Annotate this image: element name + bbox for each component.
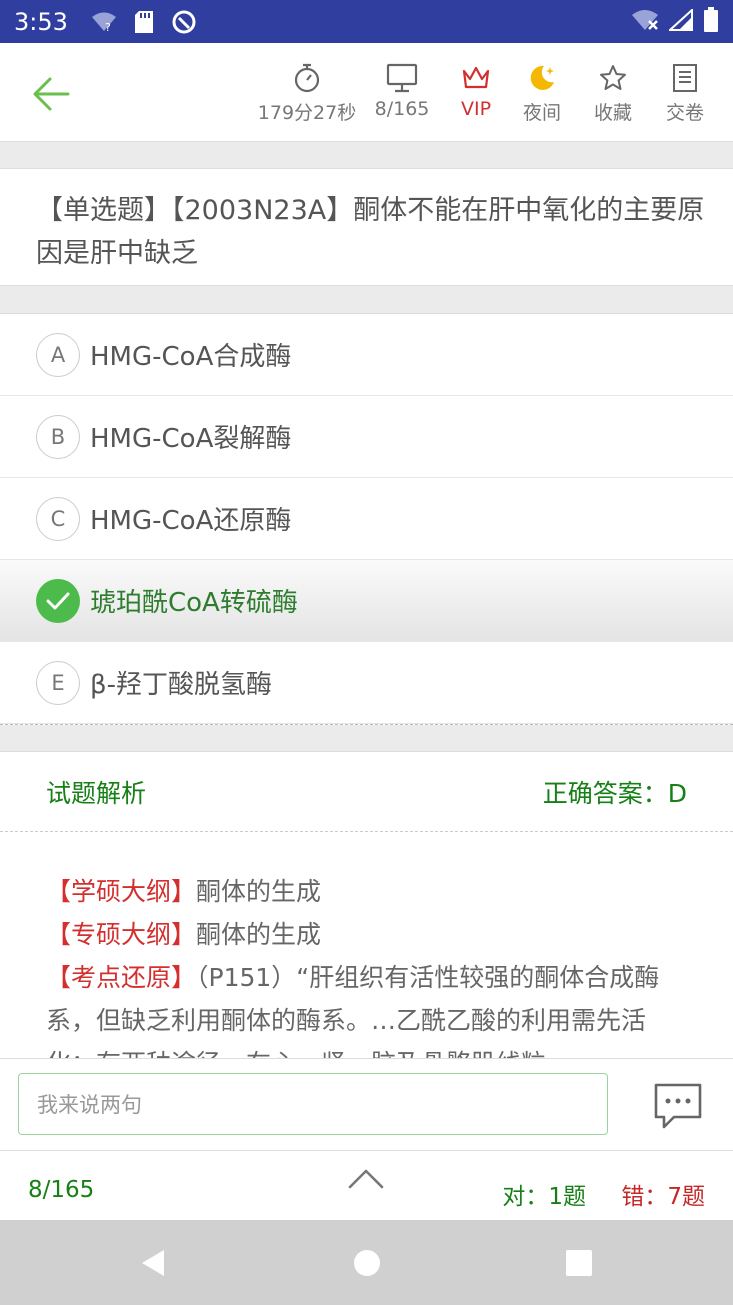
submit-button[interactable]: 交卷 [661,61,709,125]
option-text: HMG-CoA还原酶 [90,506,292,536]
monitor-icon [386,63,418,93]
back-button[interactable] [28,71,74,117]
status-time: 3:53 [14,7,68,36]
nav-home-button[interactable] [350,1246,384,1280]
option-letter: A [36,332,80,377]
square-recents-icon [566,1250,592,1276]
night-mode-button[interactable]: 夜间 [518,61,566,125]
option-letter: E [36,660,80,705]
score-summary: 对：1题 错：7题 [502,1177,705,1211]
options-list: A HMG-CoA合成酶 B HMG-CoA裂解酶 C HMG-CoA还原酶 琥… [0,313,733,725]
favorite-button[interactable]: 收藏 [589,61,637,125]
nav-recents-button[interactable] [562,1246,596,1280]
chat-bubble-icon [654,1083,702,1129]
correct-answer: 正确答案：D [542,778,687,808]
page-indicator: 8/165 [28,1177,95,1203]
question-card: 【单选题】【2003N23A】酮体不能在肝中氧化的主要原因是肝中缺乏 [0,168,733,286]
timer-button[interactable]: 179分27秒 [254,61,360,125]
check-circle-icon [36,578,80,623]
bottom-bar: 8/165 对：1题 错：7题 [0,1150,733,1220]
analysis-panel: 试题解析 正确答案：D 【学硕大纲】酮体的生成 【专硕大纲】酮体的生成 【考点还… [0,751,733,1061]
option-letter: C [36,496,80,541]
expand-button[interactable] [346,1165,386,1193]
nav-back-button[interactable] [136,1246,170,1280]
comment-bar: 我来说两句 [0,1058,733,1150]
analysis-line: 【学硕大纲】酮体的生成 [46,877,322,906]
sd-card-icon [130,8,158,36]
option-text: HMG-CoA裂解酶 [90,424,292,454]
submit-label: 交卷 [665,102,704,124]
progress-label: 8/165 [374,98,430,120]
option-text: β-羟丁酸脱氢酶 [90,670,272,700]
option-text: 琥珀酰CoA转硫酶 [90,588,298,618]
wifi-off-icon [631,9,659,35]
svg-text:?: ? [105,21,111,33]
circle-home-icon [354,1250,380,1276]
wifi-question-icon: ? [90,8,118,36]
system-nav-bar [0,1220,733,1305]
moon-icon [530,65,554,90]
star-icon [600,65,626,90]
option-e[interactable]: E β-羟丁酸脱氢酶 [0,642,733,724]
option-c[interactable]: C HMG-CoA还原酶 [0,478,733,560]
progress-button[interactable]: 8/165 [370,61,434,120]
question-text: 【单选题】【2003N23A】酮体不能在肝中氧化的主要原因是肝中缺乏 [36,195,705,269]
top-toolbar: 179分27秒 8/165 VIP 夜间 收藏 交卷 [0,43,733,142]
favorite-label: 收藏 [593,102,632,124]
analysis-title: 试题解析 [46,778,147,808]
wrong-count: 错：7题 [621,1184,705,1210]
option-d[interactable]: 琥珀酰CoA转硫酶 [0,560,733,642]
analysis-header: 试题解析 正确答案：D [0,752,733,832]
correct-count: 对：1题 [502,1184,587,1210]
vip-button[interactable]: VIP [453,61,499,120]
status-bar: 3:53 ? [0,0,733,43]
night-label: 夜间 [522,102,561,124]
divider [0,724,733,725]
option-letter: B [36,414,80,459]
comment-button[interactable] [652,1081,704,1131]
document-icon [673,64,697,92]
vip-label: VIP [460,98,492,120]
option-a[interactable]: A HMG-CoA合成酶 [0,314,733,396]
sync-icon [170,8,198,36]
analysis-line: 【考点还原】（P151）“肝组织有活性较强的酮体合成酶系，但缺乏利用酮体的酶系。… [46,963,660,1061]
chevron-up-icon [348,1169,384,1189]
crown-icon [462,66,490,89]
timer-label: 179分27秒 [257,102,357,124]
signal-icon [667,7,693,35]
triangle-back-icon [142,1250,164,1276]
option-text: HMG-CoA合成酶 [90,342,292,372]
stopwatch-icon [294,63,320,93]
comment-placeholder: 我来说两句 [37,1093,142,1117]
battery-icon [703,6,719,37]
comment-input[interactable]: 我来说两句 [18,1073,608,1135]
arrow-left-icon [33,77,70,111]
option-b[interactable]: B HMG-CoA裂解酶 [0,396,733,478]
analysis-line: 【专硕大纲】酮体的生成 [46,920,322,949]
analysis-body: 【学硕大纲】酮体的生成 【专硕大纲】酮体的生成 【考点还原】（P151）“肝组织… [0,832,733,1061]
